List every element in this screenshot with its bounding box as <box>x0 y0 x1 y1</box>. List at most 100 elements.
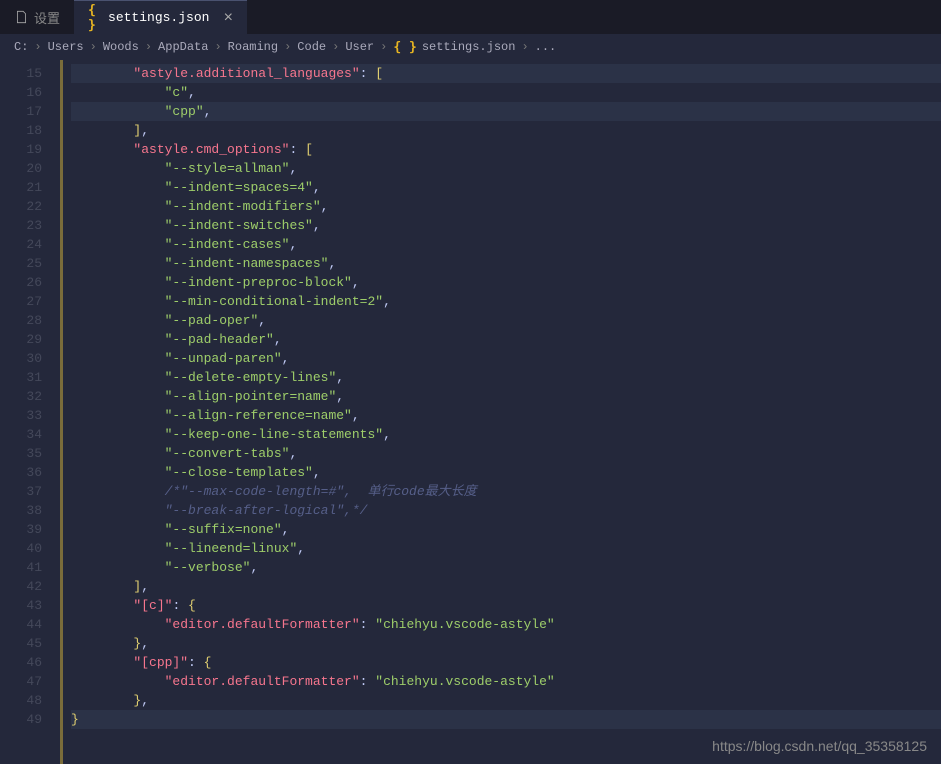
line-number: 24 <box>0 235 42 254</box>
line-number: 49 <box>0 710 42 729</box>
code-line[interactable]: "--indent-cases", <box>71 235 941 254</box>
code-line[interactable]: "--close-templates", <box>71 463 941 482</box>
chevron-right-icon: › <box>34 40 41 54</box>
line-number: 42 <box>0 577 42 596</box>
tab-settings-json[interactable]: { } settings.json × <box>74 0 247 34</box>
tab-bar: 设置 { } settings.json × <box>0 0 941 34</box>
line-number: 45 <box>0 634 42 653</box>
line-number: 31 <box>0 368 42 387</box>
line-number: 29 <box>0 330 42 349</box>
code-line[interactable]: "editor.defaultFormatter": "chiehyu.vsco… <box>71 615 941 634</box>
line-number: 32 <box>0 387 42 406</box>
tab-label: settings.json <box>108 10 209 25</box>
line-number: 47 <box>0 672 42 691</box>
line-number: 20 <box>0 159 42 178</box>
chevron-right-icon: › <box>380 40 387 54</box>
close-icon[interactable]: × <box>223 9 233 27</box>
code-line[interactable]: "--indent=spaces=4", <box>71 178 941 197</box>
breadcrumb-part[interactable]: C: <box>14 40 28 54</box>
chevron-right-icon: › <box>521 40 528 54</box>
tab-settings-ui[interactable]: 设置 <box>0 0 74 34</box>
line-number: 19 <box>0 140 42 159</box>
code-line[interactable]: "[cpp]": { <box>71 653 941 672</box>
chevron-right-icon: › <box>90 40 97 54</box>
line-number: 38 <box>0 501 42 520</box>
chevron-right-icon: › <box>145 40 152 54</box>
code-line[interactable]: "editor.defaultFormatter": "chiehyu.vsco… <box>71 672 941 691</box>
breadcrumb-part[interactable]: Woods <box>103 40 139 54</box>
code-line[interactable]: "--delete-empty-lines", <box>71 368 941 387</box>
code-line[interactable]: } <box>71 710 941 729</box>
code-line[interactable]: "astyle.cmd_options": [ <box>71 140 941 159</box>
code-line[interactable]: "[c]": { <box>71 596 941 615</box>
code-line[interactable]: /*"--max-code-length=#", 单行code最大长度 <box>71 482 941 501</box>
code-line[interactable]: "--indent-preproc-block", <box>71 273 941 292</box>
code-line[interactable]: "--style=allman", <box>71 159 941 178</box>
code-line[interactable]: "--pad-header", <box>71 330 941 349</box>
line-number: 39 <box>0 520 42 539</box>
line-gutter: 1516171819202122232425262728293031323334… <box>0 60 60 764</box>
code-line[interactable]: "--lineend=linux", <box>71 539 941 558</box>
line-number: 48 <box>0 691 42 710</box>
line-number: 30 <box>0 349 42 368</box>
line-number: 16 <box>0 83 42 102</box>
line-number: 34 <box>0 425 42 444</box>
json-icon: { } <box>393 40 416 55</box>
code-line[interactable]: "cpp", <box>71 102 941 121</box>
breadcrumb-part[interactable]: { } settings.json <box>393 40 515 55</box>
code-line[interactable]: "--align-pointer=name", <box>71 387 941 406</box>
code-line[interactable]: "--indent-namespaces", <box>71 254 941 273</box>
line-number: 43 <box>0 596 42 615</box>
line-number: 25 <box>0 254 42 273</box>
breadcrumb-part[interactable]: Code <box>297 40 326 54</box>
editor-area[interactable]: 1516171819202122232425262728293031323334… <box>0 60 941 764</box>
code-line[interactable]: "--verbose", <box>71 558 941 577</box>
line-number: 21 <box>0 178 42 197</box>
breadcrumb-part[interactable]: Users <box>48 40 84 54</box>
line-number: 15 <box>0 64 42 83</box>
code-line[interactable]: ], <box>71 577 941 596</box>
code-line[interactable]: }, <box>71 634 941 653</box>
code-line[interactable]: "--unpad-paren", <box>71 349 941 368</box>
code-line[interactable]: "--min-conditional-indent=2", <box>71 292 941 311</box>
line-number: 41 <box>0 558 42 577</box>
json-icon: { } <box>88 11 102 25</box>
line-number: 17 <box>0 102 42 121</box>
line-number: 44 <box>0 615 42 634</box>
code-line[interactable]: "c", <box>71 83 941 102</box>
line-number: 33 <box>0 406 42 425</box>
code-line[interactable]: "--indent-switches", <box>71 216 941 235</box>
chevron-right-icon: › <box>332 40 339 54</box>
line-number: 28 <box>0 311 42 330</box>
code-line[interactable]: "--suffix=none", <box>71 520 941 539</box>
code-line[interactable]: "--convert-tabs", <box>71 444 941 463</box>
code-line[interactable]: }, <box>71 691 941 710</box>
code-line[interactable]: "--indent-modifiers", <box>71 197 941 216</box>
watermark: https://blog.csdn.net/qq_35358125 <box>712 738 927 754</box>
line-number: 22 <box>0 197 42 216</box>
line-number: 46 <box>0 653 42 672</box>
breadcrumb-part[interactable]: AppData <box>158 40 208 54</box>
file-icon <box>14 10 28 24</box>
code-content[interactable]: "astyle.additional_languages": [ "c", "c… <box>60 60 941 764</box>
breadcrumb-part[interactable]: ... <box>535 40 557 54</box>
line-number: 26 <box>0 273 42 292</box>
code-line[interactable]: "astyle.additional_languages": [ <box>71 64 941 83</box>
code-line[interactable]: "--break-after-logical",*/ <box>71 501 941 520</box>
line-number: 36 <box>0 463 42 482</box>
breadcrumb-part[interactable]: Roaming <box>228 40 278 54</box>
line-number: 27 <box>0 292 42 311</box>
breadcrumb-part[interactable]: User <box>345 40 374 54</box>
line-number: 23 <box>0 216 42 235</box>
code-line[interactable]: "--keep-one-line-statements", <box>71 425 941 444</box>
tab-label: 设置 <box>34 8 60 27</box>
line-number: 37 <box>0 482 42 501</box>
code-line[interactable]: "--pad-oper", <box>71 311 941 330</box>
code-line[interactable]: ], <box>71 121 941 140</box>
chevron-right-icon: › <box>284 40 291 54</box>
line-number: 35 <box>0 444 42 463</box>
breadcrumb[interactable]: C: › Users › Woods › AppData › Roaming ›… <box>0 34 941 60</box>
line-number: 40 <box>0 539 42 558</box>
code-line[interactable]: "--align-reference=name", <box>71 406 941 425</box>
chevron-right-icon: › <box>214 40 221 54</box>
